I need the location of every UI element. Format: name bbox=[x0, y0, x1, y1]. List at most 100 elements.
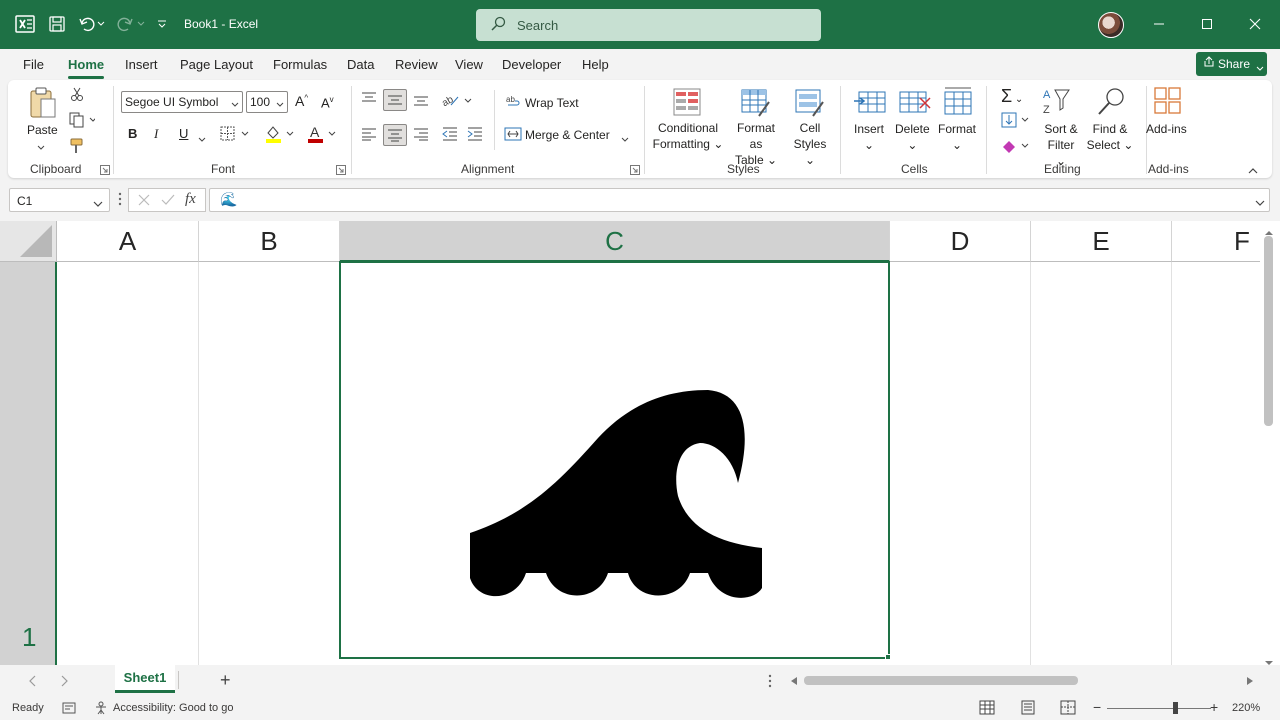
font-color-icon[interactable]: A bbox=[307, 124, 337, 147]
column-header-d[interactable]: D bbox=[890, 221, 1031, 262]
horizontal-scroll-thumb[interactable] bbox=[804, 676, 1078, 685]
next-sheet-icon[interactable] bbox=[61, 675, 69, 690]
zoom-slider-thumb[interactable] bbox=[1173, 702, 1178, 714]
collapse-ribbon-icon[interactable] bbox=[1248, 164, 1258, 178]
fill-icon[interactable] bbox=[1001, 112, 1033, 131]
vertical-scroll-thumb[interactable] bbox=[1264, 236, 1273, 426]
vertical-scrollbar[interactable] bbox=[1260, 221, 1280, 665]
cell-styles-icon[interactable] bbox=[795, 88, 825, 121]
maximize-icon[interactable] bbox=[1195, 12, 1219, 36]
formula-input[interactable]: 🌊 bbox=[209, 188, 1270, 212]
selected-cell-c1[interactable] bbox=[339, 261, 890, 659]
select-all-button[interactable] bbox=[0, 221, 57, 262]
accessibility-icon[interactable] bbox=[95, 701, 109, 718]
previous-sheet-icon[interactable] bbox=[28, 675, 36, 690]
add-ins-label[interactable]: Add-ins bbox=[1146, 121, 1187, 137]
align-right-icon[interactable] bbox=[413, 127, 429, 144]
more-tabs-icon[interactable] bbox=[768, 674, 772, 691]
decrease-font-size-icon[interactable]: Av bbox=[321, 95, 334, 110]
format-painter-icon[interactable] bbox=[69, 138, 85, 157]
column-header-c[interactable]: C bbox=[340, 221, 890, 262]
bold-button[interactable]: B bbox=[128, 126, 137, 142]
column-header-b[interactable]: B bbox=[199, 221, 340, 262]
search-box[interactable]: Search bbox=[476, 9, 821, 41]
italic-button[interactable]: I bbox=[154, 126, 158, 142]
align-center-icon[interactable] bbox=[383, 124, 407, 146]
tab-data[interactable]: Data bbox=[347, 57, 374, 72]
tab-developer[interactable]: Developer bbox=[502, 57, 561, 72]
orientation-icon[interactable]: ab bbox=[440, 93, 474, 110]
tab-home[interactable]: Home bbox=[68, 57, 105, 79]
tab-review[interactable]: Review bbox=[395, 57, 438, 72]
zoom-out-icon[interactable]: − bbox=[1093, 699, 1101, 715]
increase-indent-icon[interactable] bbox=[467, 127, 483, 144]
scroll-right-icon[interactable] bbox=[1246, 675, 1254, 689]
clear-icon[interactable] bbox=[1001, 138, 1033, 157]
delete-cells-icon[interactable] bbox=[898, 88, 932, 121]
format-as-table-icon[interactable] bbox=[741, 88, 771, 121]
zoom-slider-track[interactable] bbox=[1107, 708, 1211, 709]
add-ins-icon[interactable] bbox=[1153, 86, 1183, 119]
column-header-a[interactable]: A bbox=[57, 221, 199, 262]
cell-styles-label[interactable]: Cell Styles ⌄ bbox=[788, 120, 832, 168]
borders-icon[interactable] bbox=[220, 126, 250, 145]
close-icon[interactable] bbox=[1243, 12, 1267, 36]
insert-function-icon[interactable]: fx bbox=[185, 191, 196, 208]
customize-toolbar-icon[interactable] bbox=[154, 13, 170, 35]
format-cells-label[interactable]: Format ⌄ bbox=[938, 121, 976, 153]
user-avatar[interactable] bbox=[1098, 12, 1124, 38]
copy-icon[interactable] bbox=[69, 112, 97, 131]
clipboard-launcher-icon[interactable] bbox=[100, 164, 110, 178]
insert-cells-label[interactable]: Insert ⌄ bbox=[854, 121, 884, 153]
paste-icon[interactable] bbox=[28, 86, 58, 123]
name-box[interactable]: C1 bbox=[9, 188, 110, 212]
zoom-in-icon[interactable]: + bbox=[1210, 699, 1218, 715]
expand-formula-icon[interactable] bbox=[1255, 196, 1265, 210]
font-name-select[interactable]: Segoe UI Symbol bbox=[121, 91, 243, 113]
alignment-launcher-icon[interactable] bbox=[630, 164, 640, 178]
enter-icon[interactable] bbox=[161, 194, 175, 209]
page-layout-view-icon[interactable] bbox=[1020, 700, 1036, 718]
share-button[interactable]: Share bbox=[1196, 52, 1267, 76]
add-sheet-button[interactable]: + bbox=[220, 670, 231, 691]
page-break-view-icon[interactable] bbox=[1060, 700, 1076, 718]
align-left-icon[interactable] bbox=[361, 127, 377, 144]
column-header-e[interactable]: E bbox=[1031, 221, 1172, 262]
wrap-text-icon[interactable]: ab bbox=[506, 94, 522, 111]
zoom-level[interactable]: 220% bbox=[1232, 702, 1260, 714]
cancel-icon[interactable] bbox=[138, 194, 150, 209]
redo-dropdown-icon[interactable] bbox=[134, 13, 148, 35]
worksheet-grid[interactable]: A B C D E F 1 bbox=[0, 221, 1260, 665]
sort-filter-icon[interactable]: AZ bbox=[1041, 86, 1073, 121]
format-cells-icon[interactable] bbox=[943, 84, 973, 121]
sheet-tab-sheet1[interactable]: Sheet1 bbox=[115, 665, 175, 693]
underline-button[interactable]: U bbox=[179, 126, 188, 142]
conditional-formatting-icon[interactable] bbox=[673, 88, 701, 119]
row-header-1[interactable]: 1 bbox=[0, 262, 57, 665]
insert-cells-icon[interactable] bbox=[853, 88, 887, 121]
cut-icon[interactable] bbox=[69, 86, 85, 105]
merge-dropdown-icon[interactable] bbox=[621, 132, 629, 146]
undo-dropdown-icon[interactable] bbox=[94, 13, 108, 35]
redo-icon[interactable] bbox=[114, 13, 136, 35]
tab-formulas[interactable]: Formulas bbox=[273, 57, 327, 72]
tab-file[interactable]: File bbox=[23, 57, 44, 72]
find-select-icon[interactable] bbox=[1096, 86, 1128, 121]
more-options-icon[interactable] bbox=[118, 192, 122, 209]
column-header-f[interactable]: F bbox=[1172, 221, 1260, 262]
fill-color-icon[interactable] bbox=[265, 124, 295, 147]
align-bottom-icon[interactable] bbox=[413, 92, 429, 109]
accessibility-status[interactable]: Accessibility: Good to go bbox=[113, 702, 233, 714]
normal-view-icon[interactable] bbox=[979, 700, 995, 718]
format-as-table-label[interactable]: Format as Table ⌄ bbox=[730, 120, 782, 168]
delete-cells-label[interactable]: Delete ⌄ bbox=[895, 121, 930, 153]
fill-handle[interactable] bbox=[885, 654, 891, 660]
tab-insert[interactable]: Insert bbox=[125, 57, 158, 72]
align-middle-icon[interactable] bbox=[383, 89, 407, 111]
paste-dropdown-icon[interactable] bbox=[37, 140, 45, 154]
merge-center-label[interactable]: Merge & Center bbox=[525, 127, 610, 143]
wrap-text-label[interactable]: Wrap Text bbox=[525, 95, 579, 111]
font-size-select[interactable]: 100 bbox=[246, 91, 288, 113]
minimize-icon[interactable] bbox=[1147, 12, 1171, 36]
autosum-icon[interactable]: Σ ⌄ bbox=[1001, 86, 1023, 107]
